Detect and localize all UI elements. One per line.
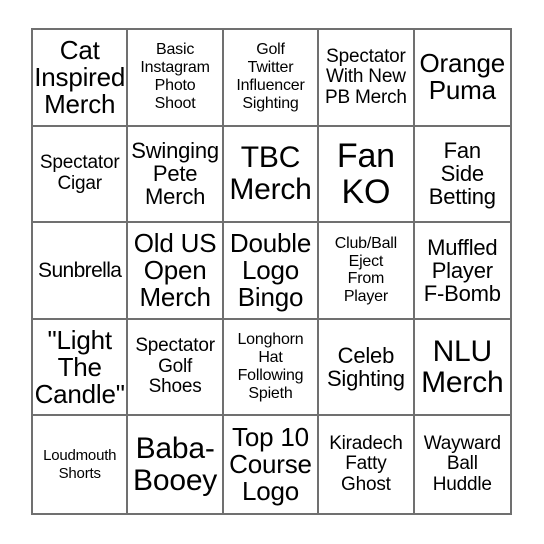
bingo-cell-label: Golf Twitter Influencer Sighting [236, 41, 305, 113]
bingo-cell-r5c5[interactable]: Wayward Ball Huddle [414, 416, 510, 513]
bingo-cell-r2c1[interactable]: Spectator Cigar [33, 126, 129, 224]
bingo-cell-label: Muffled Player F-Bomb [423, 234, 501, 307]
bingo-cell-r2c3[interactable]: TBC Merch [223, 126, 320, 224]
bingo-cell-label: Baba- Booey [133, 432, 218, 497]
bingo-cell-r3c2[interactable]: Old US Open Merch [128, 223, 224, 320]
bingo-cell-r3c5[interactable]: Muffled Player F-Bomb [414, 223, 510, 320]
bingo-cell-label: "Light The Candle" [34, 324, 125, 409]
bingo-cell-label: Top 10 Course Logo [229, 422, 312, 507]
bingo-cell-r1c2[interactable]: Basic Instagram Photo Shoot [128, 30, 224, 127]
bingo-cell-label: Double Logo Bingo [229, 227, 312, 312]
bingo-cell-label: TBC Merch [229, 141, 312, 206]
bingo-cell-label: Longhorn Hat Following Spieth [237, 331, 304, 402]
bingo-cell-r5c2[interactable]: Baba- Booey [128, 416, 224, 513]
bingo-cell-r3c3[interactable]: Double Logo Bingo [223, 223, 320, 320]
bingo-cell-r3c4[interactable]: Club/Ball Eject From Player [319, 223, 415, 320]
bingo-cell-r4c5[interactable]: NLU Merch [414, 319, 510, 417]
bingo-cell-r4c4[interactable]: Celeb Sighting [319, 319, 415, 417]
bingo-cell-r2c4[interactable]: Fan KO [319, 126, 415, 224]
bingo-cell-label: Celeb Sighting [326, 343, 405, 392]
bingo-cell-label: Orange Puma [419, 48, 506, 106]
bingo-cell-r1c1[interactable]: Cat Inspired Merch [33, 30, 129, 127]
bingo-cell-label: Club/Ball Eject From Player [334, 234, 397, 306]
bingo-cell-r1c3[interactable]: Golf Twitter Influencer Sighting [223, 30, 320, 127]
bingo-cell-label: Spectator Golf Shoes [135, 335, 215, 398]
bingo-cell-label: Fan KO [336, 136, 395, 211]
bingo-cell-label: Spectator With New PB Merch [324, 45, 407, 108]
bingo-cell-label: Swinging Pete Merch [131, 138, 219, 210]
bingo-cell-label: Wayward Ball Huddle [423, 432, 501, 495]
bingo-cell-r2c2[interactable]: Swinging Pete Merch [128, 126, 224, 224]
bingo-cell-label: Sunbrella [38, 258, 122, 282]
bingo-cell-label: Fan Side Betting [428, 138, 496, 210]
bingo-card-grid: Cat Inspired Merch Basic Instagram Photo … [31, 28, 512, 515]
bingo-cell-label: Basic Instagram Photo Shoot [140, 41, 210, 113]
bingo-cell-r1c5[interactable]: Orange Puma [414, 30, 510, 127]
bingo-cell-r4c1[interactable]: "Light The Candle" [33, 319, 129, 417]
bingo-cell-r5c3[interactable]: Top 10 Course Logo [223, 416, 320, 513]
bingo-cell-r5c4[interactable]: Kiradech Fatty Ghost [319, 416, 415, 513]
bingo-cell-r3c1[interactable]: Sunbrella [33, 223, 129, 320]
bingo-cell-r5c1[interactable]: Loudmouth Shorts [33, 416, 129, 513]
bingo-cell-label: Spectator Cigar [39, 152, 120, 194]
bingo-cell-label: NLU Merch [421, 334, 504, 400]
bingo-cell-label: Old US Open Merch [133, 227, 217, 312]
bingo-cell-label: Cat Inspired Merch [34, 34, 126, 119]
bingo-cell-label: Loudmouth Shorts [43, 447, 117, 482]
bingo-cell-label: Kiradech Fatty Ghost [329, 432, 403, 495]
bingo-cell-r1c4[interactable]: Spectator With New PB Merch [319, 30, 415, 127]
bingo-cell-r4c2[interactable]: Spectator Golf Shoes [128, 319, 224, 417]
bingo-cell-r2c5[interactable]: Fan Side Betting [414, 126, 510, 224]
bingo-cell-r4c3[interactable]: Longhorn Hat Following Spieth [223, 319, 320, 417]
